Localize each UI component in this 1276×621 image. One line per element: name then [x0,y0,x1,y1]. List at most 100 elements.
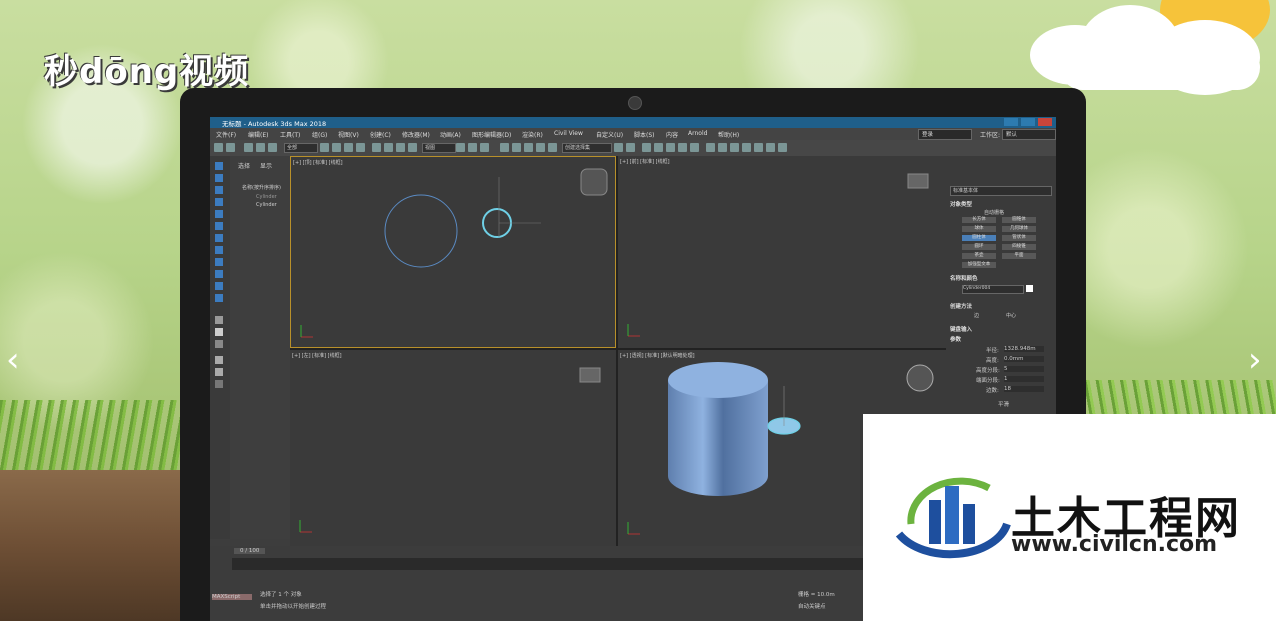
bind-icon[interactable] [268,143,277,152]
text-plus-button[interactable]: 加强型文本 [962,262,996,268]
render-production-icon[interactable] [742,143,751,152]
auto-key-status[interactable]: 自动关键点 [798,602,826,610]
menu-scripting[interactable]: 脚本(S) [634,130,655,139]
snap-3d-icon[interactable] [500,143,509,152]
autogrid-checkbox[interactable]: 自动栅格 [984,209,1004,216]
render-icon[interactable] [766,143,775,152]
menu-graph-editors[interactable]: 图形编辑器(D) [472,130,511,139]
menu-group[interactable]: 组(G) [312,130,327,139]
sphere-button[interactable]: 球体 [962,226,996,232]
menu-modifiers[interactable]: 修改器(M) [402,130,430,139]
invert-selection-icon[interactable] [215,340,223,348]
reference-coord-dropdown[interactable]: 视图 [422,143,456,153]
height-field[interactable]: 0.0mm [1004,356,1044,362]
spinner-snap-icon[interactable] [536,143,545,152]
scene-explorer-icon[interactable] [666,143,675,152]
layers-icon[interactable] [215,246,223,254]
angle-snap-icon[interactable] [512,143,521,152]
close-button[interactable] [1038,118,1052,126]
cylinder-button[interactable]: 圆柱体 [962,235,996,241]
cap-segments-field[interactable]: 1 [1004,376,1044,382]
display-icon[interactable] [215,210,223,218]
menu-civil-view[interactable]: Civil View [554,130,583,137]
select-by-name-icon[interactable] [332,143,341,152]
viewcube-icon[interactable] [579,367,601,383]
toggle-ribbon-icon[interactable] [654,143,663,152]
menu-animation[interactable]: 动画(A) [440,130,461,139]
viewport-front[interactable]: [+] [前] [标准] [线框] [618,156,946,348]
unlink-icon[interactable] [256,143,265,152]
geosphere-button[interactable]: 几何球体 [1002,226,1036,232]
menu-content[interactable]: 内容 [666,130,678,139]
method-edge-radio[interactable]: 边 [974,312,979,319]
schematic-view-icon[interactable] [690,143,699,152]
named-selection-dropdown[interactable]: 创建选择集 [562,143,612,153]
sides-field[interactable]: 18 [1004,386,1044,392]
tab-select[interactable]: 选择 [238,161,250,170]
render-iterative-icon[interactable] [754,143,763,152]
tube-button[interactable]: 管状体 [1002,235,1036,241]
category-dropdown[interactable]: 标准基本体 [950,186,1052,196]
spacewarps-icon[interactable] [215,294,223,302]
scene-item[interactable]: Cylinder [256,202,277,208]
filter-icon[interactable] [215,234,223,242]
cone-button[interactable]: 圆锥体 [1002,217,1036,223]
method-center-radio[interactable]: 中心 [1006,312,1016,319]
keyboard-shortcut-icon[interactable] [480,143,489,152]
tab-display[interactable]: 显示 [260,161,272,170]
window-crossing-icon[interactable] [356,143,365,152]
radius-field[interactable]: 1328.948m [1004,346,1044,352]
scene-header[interactable]: 名称(按升序排序) [242,184,281,191]
utilities-icon[interactable] [215,222,223,230]
maxscript-listener[interactable]: MAXScript [212,594,252,600]
color-swatch[interactable] [1026,285,1033,292]
section-keyboard-entry[interactable]: 键盘输入 [950,325,972,333]
viewport-top[interactable]: [+] [顶] [标准] [线框] [290,156,616,348]
hierarchy-icon[interactable] [215,186,223,194]
section-creation-method[interactable]: 创建方法 [950,302,972,310]
curve-editor-icon[interactable] [678,143,687,152]
cylinder-top[interactable] [668,362,768,398]
rotate-icon[interactable] [384,143,393,152]
rendered-frame-icon[interactable] [730,143,739,152]
material-editor-icon[interactable] [706,143,715,152]
funnel-filter-icon[interactable] [215,368,223,376]
prev-arrow-icon[interactable]: ‹ [6,340,20,380]
section-name-color[interactable]: 名称和颜色 [950,274,978,282]
placement-icon[interactable] [408,143,417,152]
menu-edit[interactable]: 编辑(E) [248,130,268,139]
section-object-type[interactable]: 对象类型 [950,200,972,208]
viewcube-icon[interactable] [907,173,929,189]
menu-help[interactable]: 帮助(H) [718,130,739,139]
select-icon[interactable] [320,143,329,152]
plane-button[interactable]: 平面 [1002,253,1036,259]
percent-snap-icon[interactable] [524,143,533,152]
height-segments-field[interactable]: 5 [1004,366,1044,372]
render-setup-icon[interactable] [718,143,727,152]
viewcube-icon[interactable] [580,168,608,196]
selection-filter-dropdown[interactable]: 全部 [284,143,318,153]
edit-named-sets-icon[interactable] [548,143,557,152]
menu-rendering[interactable]: 渲染(R) [522,130,543,139]
workspace-dropdown[interactable]: 默认 [1002,129,1056,140]
scene-item[interactable]: Cylinder [256,194,277,200]
select-none-icon[interactable] [215,328,223,336]
link-icon[interactable] [244,143,253,152]
helpers-icon[interactable] [215,282,223,290]
object-name-field[interactable]: Cylinder004 [962,285,1024,294]
menu-create[interactable]: 创建(C) [370,130,391,139]
time-slider[interactable]: 0 / 100 [234,548,266,554]
scale-icon[interactable] [396,143,405,152]
a360-icon[interactable] [778,143,787,152]
menu-view[interactable]: 视图(V) [338,130,359,139]
box-button[interactable]: 长方体 [962,217,996,223]
maximize-button[interactable] [1021,118,1035,126]
login-dropdown[interactable]: 登录 [918,129,972,140]
select-manipulate-icon[interactable] [468,143,477,152]
menu-file[interactable]: 文件(F) [216,130,236,139]
pyramid-button[interactable]: 四棱锥 [1002,244,1036,250]
timeline[interactable] [232,558,882,570]
create-icon[interactable] [215,162,223,170]
torus-button[interactable]: 圆环 [962,244,996,250]
lights-icon[interactable] [215,258,223,266]
